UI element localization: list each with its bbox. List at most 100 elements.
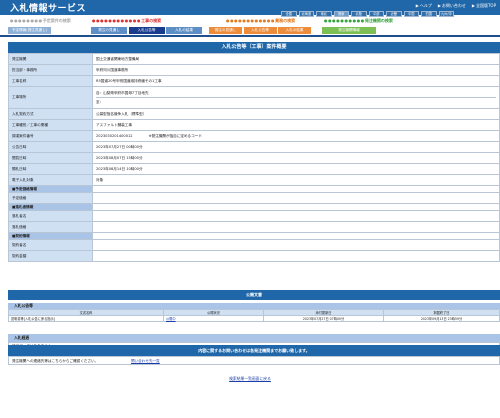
field-value: 自：山梨県甲府市国母7丁目地先 至：: [92, 86, 500, 109]
public-documents-title: 公開文書: [8, 290, 500, 300]
section-label: ■予定価格情報: [8, 185, 93, 193]
field-label: 契約金額: [8, 250, 93, 262]
contact-label: 発注機関への連絡先等はこちらからご確認ください。: [12, 359, 99, 363]
table-row: 調達案件番号 2023030201400012 ※発注機関が独自に定めるコード: [8, 130, 500, 142]
tab-agency-info[interactable]: 発注機関情報: [322, 27, 376, 34]
national-top-link[interactable]: ▶全国版TOP: [472, 3, 496, 9]
field-label: 担当部・事務所: [8, 64, 93, 76]
bid-progress-subtitle: 入札経過: [8, 334, 500, 342]
nav-category-agency: ●●●●●●●●●●発注機関の検索: [324, 18, 393, 23]
table-row: 工事種別／工事の業種 アスファルト舗装工事: [8, 119, 500, 131]
tab-service-notice[interactable]: 入札公告等: [243, 27, 277, 34]
nav-tabs-plan: 予定情報(発注見通し): [8, 27, 51, 34]
header-links: ▶ヘルプ ▶お問い合わせ ▶全国版TOP: [416, 3, 496, 9]
nav-category-service: ●●●●●●●●●●●●業務の検索: [226, 18, 296, 23]
nav-tabs-agency: 発注機関情報: [322, 27, 376, 34]
contact-link[interactable]: ▶お問い合わせ: [438, 3, 466, 9]
field-label: 公告日時: [8, 141, 93, 153]
documents-table: 文書名称 公開状況 添付更新日 掲載終了日 説明書等[入札公告に係る指示] 公開…: [8, 309, 500, 322]
nav-category-construction: ●●●●●●●●●●●●工事の検索: [92, 18, 162, 23]
field-value: 対象: [92, 174, 500, 186]
section-header: ■落札者情報: [8, 203, 500, 211]
field-label: 入札契約方式: [8, 108, 93, 120]
contact-row: 発注機関への連絡先等はこちらからご確認ください。 問い合わせ先一覧: [8, 356, 500, 365]
back-to-results: 検索結果一覧画面に戻る: [0, 376, 500, 382]
table-row: 工事場所 自：山梨県甲府市国母7丁目地先 至：: [8, 86, 500, 109]
contact-list-link[interactable]: 問い合わせ先一覧: [131, 357, 160, 365]
table-row: 入札契約方式 公募型指名競争入札（標準型）: [8, 108, 500, 120]
table-row: 契約者名: [8, 239, 500, 251]
document-status-cell: 公開中: [163, 315, 264, 322]
document-name: 説明書等[入札公告に係る指示]: [8, 315, 164, 322]
field-value: 甲府河川国道事務所: [92, 64, 500, 76]
field-label: 閲覧日時: [8, 152, 93, 164]
section-header: ■契約情報: [8, 232, 500, 240]
field-value: [92, 210, 500, 222]
field-value: [92, 239, 500, 251]
field-value: R5国道20号甲府国道維持修繕その1工事: [92, 75, 500, 87]
table-row: 説明書等[入札公告に係る指示] 公開中 2023年07月27日 07時00分 2…: [8, 315, 500, 322]
contact-notice: 内容に関するお問い合わせは各発注機関までお願い致します。: [8, 345, 500, 356]
field-value: 国土交通省関東地方整備局: [92, 53, 500, 65]
field-label: 予定価格: [8, 192, 93, 204]
page-title: 入札公告等（工事）案件概要: [8, 42, 500, 53]
section-header: ■予定価格情報: [8, 185, 500, 193]
tab-service-outlook[interactable]: 発注の見通し: [209, 27, 242, 34]
field-label: 工事場所: [8, 86, 93, 109]
location-to: 至：: [96, 99, 104, 104]
field-label: 落札者名: [8, 210, 93, 222]
field-label: 電子入札対象: [8, 174, 93, 186]
field-label: 契約者名: [8, 239, 93, 251]
field-label: 工事名称: [8, 75, 93, 87]
field-label: 調達案件番号: [8, 130, 93, 142]
field-label: 開札日時: [8, 163, 93, 175]
announcement-panel: 入札公告等（工事）案件概要 発注機関 国土交通省関東地方整備局 担当部・事務所 甲府…: [8, 42, 500, 262]
field-value: [92, 250, 500, 262]
document-status-link[interactable]: 公開中: [166, 317, 176, 321]
field-label: 工事種別／工事の業種: [8, 119, 93, 131]
table-row: 閲覧日時 2023年08月07日 15時00分: [8, 152, 500, 164]
nav-category-plan: ●●●●●●●●予定案件の検索: [10, 18, 71, 23]
field-value: [92, 221, 500, 233]
table-row: 公告日時 2023年07月27日 00時00分: [8, 141, 500, 153]
public-documents-panel: 公開文書 入札公告等 文書名称 公開状況 添付更新日 掲載終了日 説明書等[入札…: [8, 290, 500, 322]
table-row: 落札価格: [8, 221, 500, 233]
field-value: 公募型指名競争入札（標準型）: [92, 108, 500, 120]
document-end: 2023年09月13日 23時59分: [383, 315, 500, 322]
field-value: [92, 192, 500, 204]
help-link[interactable]: ▶ヘルプ: [416, 3, 432, 9]
field-value: 2023年08月14日 10時00分: [92, 163, 500, 175]
table-row: 契約金額: [8, 250, 500, 262]
field-label: 落札価格: [8, 221, 93, 233]
section-label: ■契約情報: [8, 232, 93, 240]
app-title: 入札情報サービス: [10, 4, 87, 14]
field-value: 2023030201400012 ※発注機関が独自に定めるコード: [92, 130, 500, 142]
nav-tabs-construction: 発注の見通し 入札公告等 入札の結果: [91, 27, 202, 34]
field-label: 発注機関: [8, 53, 93, 65]
table-row: 工事名称 R5国道20号甲府国道維持修繕その1工事: [8, 75, 500, 87]
nav-tabs-service: 発注の見通し 入札公告等 入札の結果: [209, 27, 311, 34]
table-row: 開札日時 2023年08月14日 10時00分: [8, 163, 500, 175]
tab-construction-notice[interactable]: 入札公告等: [128, 27, 165, 34]
table-row: 電子入札対象 対象: [8, 174, 500, 186]
table-row: 発注機関 国土交通省関東地方整備局: [8, 53, 500, 65]
tab-service-results[interactable]: 入札の結果: [278, 27, 311, 34]
header-bar: 入札情報サービス ▶ヘルプ ▶お問い合わせ ▶全国版TOP 全国 北海道 東北 …: [0, 0, 500, 17]
announcement-table: 発注機関 国土交通省関東地方整備局 担当部・事務所 甲府河川国道事務所 工事名称 R5…: [8, 53, 500, 262]
field-value: アスファルト舗装工事: [92, 119, 500, 131]
table-row: 担当部・事務所 甲府河川国道事務所: [8, 64, 500, 76]
nav-divider: [0, 35, 500, 37]
section-label: ■落札者情報: [8, 203, 93, 211]
main-nav: ●●●●●●●●予定案件の検索 ●●●●●●●●●●●●工事の検索 ●●●●●●…: [0, 16, 500, 36]
tab-plan-outlook[interactable]: 予定情報(発注見通し): [8, 27, 51, 34]
table-row: 予定価格: [8, 192, 500, 204]
field-note: ※発注機関が独自に定めるコード: [148, 133, 202, 138]
tab-construction-results[interactable]: 入札の結果: [166, 27, 202, 34]
location-from: 自：山梨県甲府市国母7丁目地先: [96, 89, 496, 98]
document-updated: 2023年07月27日 07時00分: [263, 315, 384, 322]
table-row: 落札者名: [8, 210, 500, 222]
field-value: 2023年07月27日 00時00分: [92, 141, 500, 153]
back-to-results-link[interactable]: 検索結果一覧画面に戻る: [229, 376, 271, 381]
field-value: 2023年08月07日 15時00分: [92, 152, 500, 164]
tab-construction-outlook[interactable]: 発注の見通し: [91, 27, 127, 34]
